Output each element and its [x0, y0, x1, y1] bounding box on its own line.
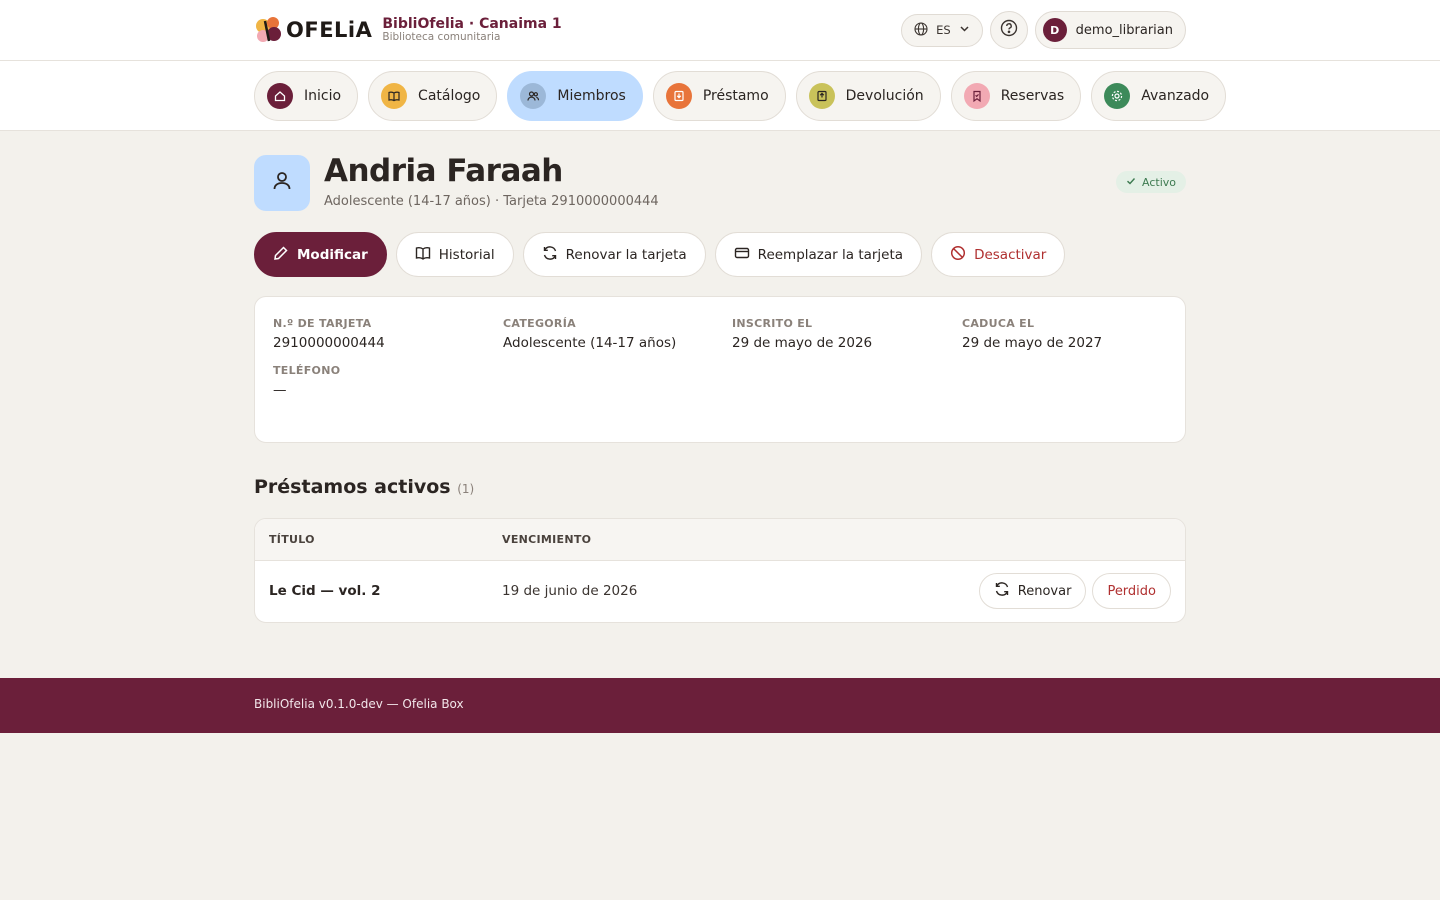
refresh-icon — [994, 581, 1010, 601]
language-selector[interactable]: ES — [901, 13, 983, 47]
active-loans-count: (1) — [457, 482, 475, 496]
member-header: Andria Faraah Adolescente (14-17 años) ·… — [254, 131, 1186, 232]
check-icon — [1126, 176, 1136, 189]
globe-icon — [914, 21, 928, 39]
phone-value: — — [273, 382, 287, 398]
language-code: ES — [936, 23, 951, 37]
member-avatar — [254, 155, 310, 211]
phone-field: TELÉFONO — — [273, 364, 340, 398]
column-due: VENCIMIENTO — [502, 533, 592, 546]
logo: OFELiA — [254, 15, 372, 45]
footer-text: BibliOfelia v0.1.0-dev — Ofelia Box — [254, 697, 464, 711]
phone-label: TELÉFONO — [273, 364, 341, 377]
status-label: Activo — [1142, 175, 1176, 189]
table-row: Le Cid — vol. 2 19 de junio de 2026 Reno… — [255, 561, 1185, 622]
tab-label: Avanzado — [1141, 88, 1210, 104]
mark-lost-button[interactable]: Perdido — [1092, 573, 1171, 609]
credit-card-icon — [734, 245, 750, 265]
expires-value: 29 de mayo de 2027 — [962, 335, 1103, 351]
loan-due-date: 19 de junio de 2026 — [502, 583, 638, 599]
logo-mark-icon — [254, 15, 284, 45]
replace-card-button[interactable]: Reemplazar la tarjeta — [714, 232, 923, 277]
home-icon — [267, 83, 293, 109]
mark-lost-label: Perdido — [1107, 583, 1156, 599]
renew-loan-button[interactable]: Renovar — [978, 573, 1087, 609]
ban-icon — [950, 245, 966, 265]
book-open-icon — [415, 245, 431, 265]
tab-return[interactable]: Devolución — [795, 71, 941, 121]
library-subtitle: Biblioteca comunitaria — [382, 30, 501, 43]
active-loans-heading: Préstamos activos (1) — [254, 476, 1186, 501]
gear-icon — [1104, 83, 1131, 109]
renew-card-button[interactable]: Renovar la tarjeta — [522, 232, 706, 277]
member-actions: Modificar Historial Renovar la tarjeta R… — [254, 232, 1186, 277]
category-label: CATEGORÍA — [503, 317, 576, 330]
expires-label: CADUCA EL — [962, 317, 1035, 330]
tab-label: Miembros — [557, 88, 626, 104]
chevron-down-icon — [959, 23, 970, 37]
refresh-icon — [542, 245, 558, 265]
active-loans-title: Préstamos activos — [254, 476, 451, 498]
tab-gear[interactable]: Avanzado — [1091, 71, 1227, 121]
renew-card-button-label: Renovar la tarjeta — [565, 246, 687, 263]
history-button[interactable]: Historial — [395, 232, 514, 277]
pencil-icon — [273, 245, 289, 265]
library-name: BibliOfelia · Canaima 1 — [382, 15, 562, 32]
column-title: TÍTULO — [269, 533, 315, 546]
card-number-value: 2910000000444 — [273, 335, 385, 351]
category-field: CATEGORÍA Adolescente (14-17 años) — [503, 317, 676, 351]
tab-home[interactable]: Inicio — [254, 71, 359, 121]
enrolled-value: 29 de mayo de 2026 — [732, 335, 873, 351]
help-icon — [1000, 19, 1018, 41]
user-menu[interactable]: D demo_librarian — [1034, 11, 1186, 49]
tab-book-open[interactable]: Catálogo — [368, 71, 498, 121]
book-open-icon — [381, 83, 408, 109]
status-badge: Activo — [1116, 171, 1186, 193]
bookmark-icon — [963, 83, 990, 109]
tab-users[interactable]: Miembros — [507, 71, 643, 121]
history-button-label: Historial — [438, 246, 495, 263]
member-details-card: N.º DE TARJETA 2910000000444 CATEGORÍA A… — [254, 296, 1186, 443]
deactivate-button[interactable]: Desactivar — [931, 232, 1066, 277]
category-value: Adolescente (14-17 años) — [503, 335, 677, 351]
enrolled-label: INSCRITO EL — [732, 317, 813, 330]
replace-card-button-label: Reemplazar la tarjeta — [757, 246, 904, 263]
active-loans-table: TÍTULO VENCIMIENTO Le Cid — vol. 2 19 de… — [254, 518, 1186, 623]
help-button[interactable] — [989, 11, 1028, 49]
tab-label: Catálogo — [418, 88, 481, 104]
member-subtitle: Adolescente (14-17 años) · Tarjeta 29100… — [324, 194, 659, 209]
username: demo_librarian — [1075, 22, 1173, 38]
footer: BibliOfelia v0.1.0-dev — Ofelia Box — [0, 678, 1440, 733]
card-number-label: N.º DE TARJETA — [273, 317, 372, 330]
top-bar: OFELiA BibliOfelia · Canaima 1 Bibliotec… — [0, 0, 1440, 61]
page-title: Andria Faraah — [324, 153, 563, 189]
tab-bookmark[interactable]: Reservas — [950, 71, 1082, 121]
table-header: TÍTULO VENCIMIENTO — [255, 519, 1185, 561]
edit-button-label: Modificar — [297, 246, 368, 263]
checkout-icon — [665, 83, 692, 109]
card-number-field: N.º DE TARJETA 2910000000444 — [273, 317, 385, 351]
loan-title[interactable]: Le Cid — vol. 2 — [269, 583, 380, 599]
expires-field: CADUCA EL 29 de mayo de 2027 — [962, 317, 1102, 351]
renew-loan-label: Renovar — [1017, 583, 1072, 599]
tab-label: Reservas — [1000, 88, 1065, 104]
enrolled-field: INSCRITO EL 29 de mayo de 2026 — [732, 317, 872, 351]
edit-button[interactable]: Modificar — [254, 232, 387, 277]
user-icon — [270, 169, 294, 197]
tab-label: Inicio — [304, 88, 342, 104]
brand[interactable]: OFELiA BibliOfelia · Canaima 1 Bibliotec… — [254, 15, 562, 45]
deactivate-button-label: Desactivar — [974, 246, 1047, 263]
return-icon — [808, 83, 835, 109]
member-page: Andria Faraah Adolescente (14-17 años) ·… — [254, 131, 1186, 623]
tab-checkout[interactable]: Préstamo — [652, 71, 786, 121]
tab-label: Devolución — [845, 88, 924, 104]
logo-text: OFELiA — [286, 18, 373, 42]
main-navigation: Inicio Catálogo Miembros Préstamo Devolución… — [0, 61, 1440, 131]
tab-label: Préstamo — [702, 88, 769, 104]
users-icon — [520, 83, 547, 109]
avatar: D — [1042, 18, 1067, 42]
